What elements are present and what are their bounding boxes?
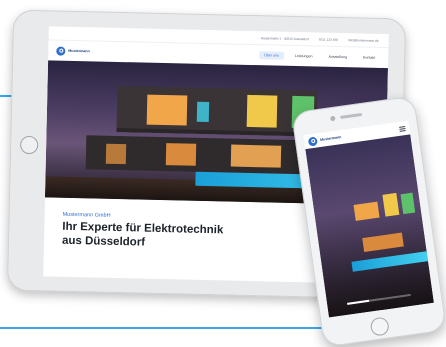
lit-window <box>146 94 188 126</box>
tablet-home-button <box>19 135 39 155</box>
phone-camera <box>329 115 336 122</box>
decorative-line-bottom <box>0 327 342 329</box>
nav-item-services[interactable]: Leistungen <box>290 52 318 61</box>
topbar-address[interactable]: Hauptstraße 1 · 40210 Düsseldorf <box>261 36 309 41</box>
topbar-phone[interactable]: 0211 123 456 <box>319 37 338 41</box>
logo-text: Mustermann <box>68 48 90 54</box>
nav-item-contact[interactable]: Kontakt <box>358 53 380 62</box>
lit-window <box>382 192 400 217</box>
lit-window <box>196 101 210 123</box>
hamburger-menu-icon[interactable] <box>399 125 406 132</box>
phone-screen: Mustermann <box>303 120 434 318</box>
nav-item-showroom[interactable]: Ausstellung <box>323 53 352 62</box>
lit-window <box>362 232 404 252</box>
logo-icon <box>307 135 318 147</box>
logo[interactable]: Mustermann <box>56 46 90 56</box>
phone-hero-image <box>305 134 434 318</box>
phone-logo-text: Mustermann <box>319 135 342 142</box>
lit-window <box>105 143 127 165</box>
logo-icon <box>56 46 66 56</box>
lit-window <box>230 144 282 168</box>
lit-window <box>246 94 278 128</box>
lit-window <box>400 192 416 215</box>
topbar-email[interactable]: info@mustermann.de <box>348 38 379 43</box>
pool <box>351 251 429 272</box>
phone-home-button <box>369 316 390 337</box>
nav-item-about[interactable]: Über uns <box>259 51 284 60</box>
nav-menu: Über uns Leistungen Ausstellung Kontakt <box>259 51 380 62</box>
lit-window <box>353 201 380 221</box>
phone-device: Mustermann <box>291 95 446 347</box>
slider-progress-indicator[interactable] <box>347 293 411 305</box>
lit-window <box>165 143 197 166</box>
phone-speaker <box>340 112 363 119</box>
